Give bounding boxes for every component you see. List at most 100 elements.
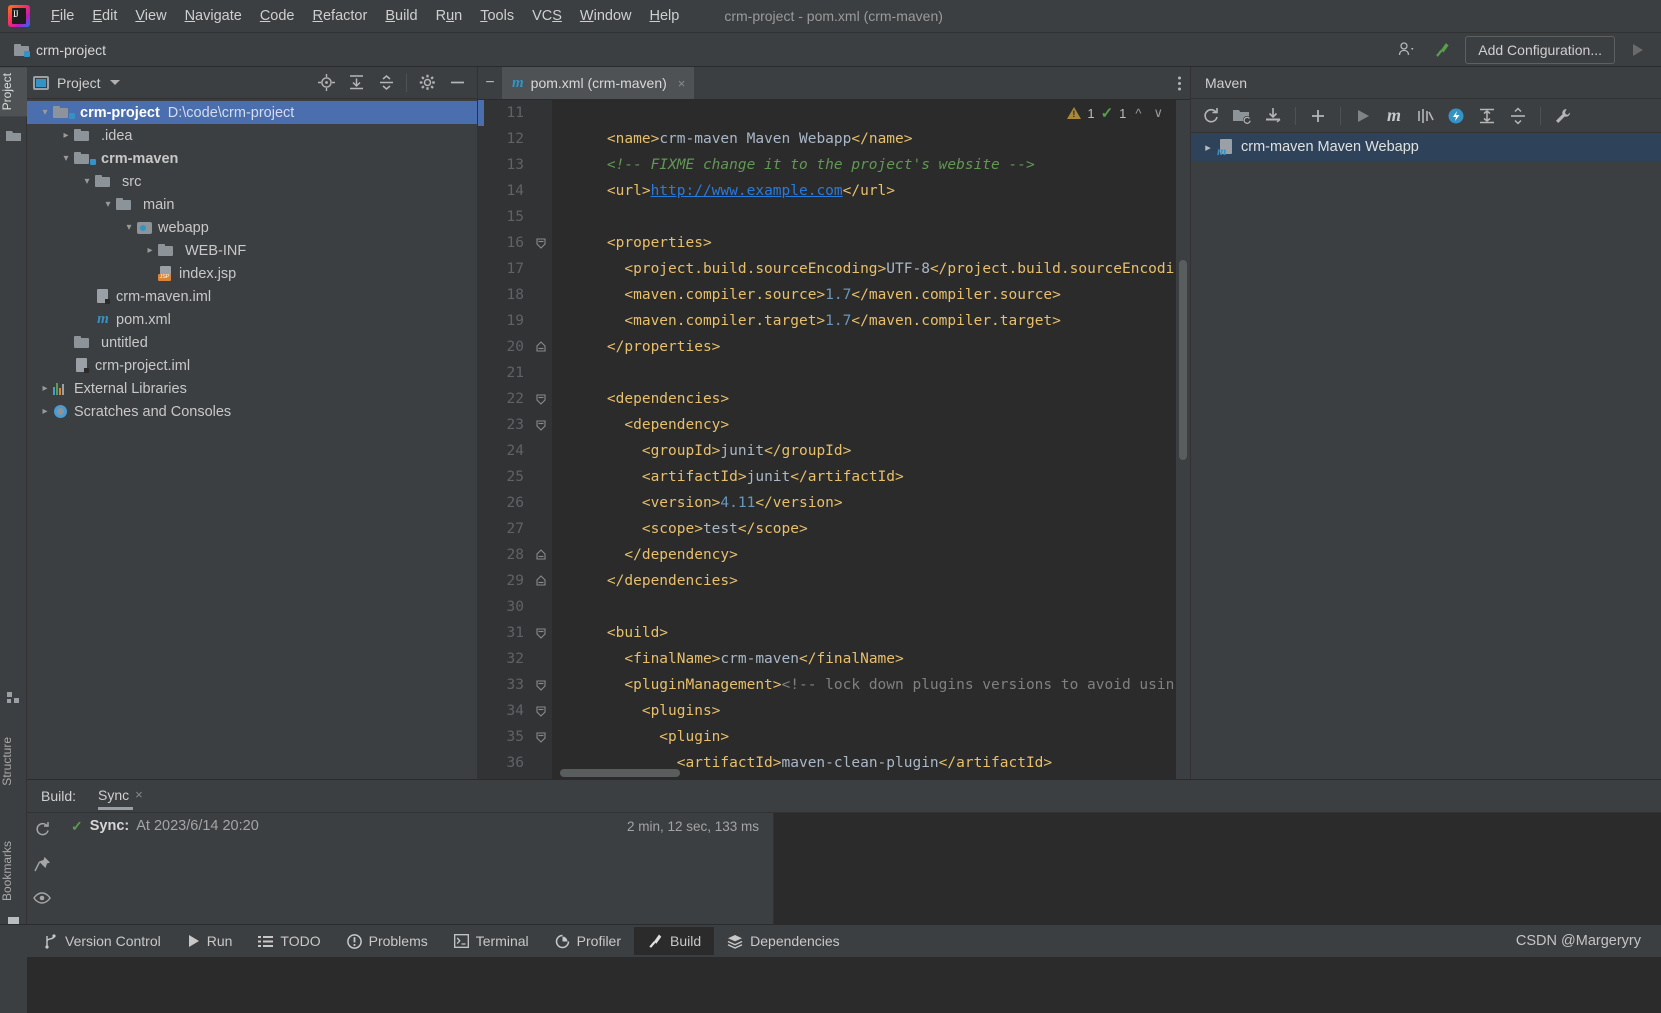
prev-highlight-icon[interactable]: ^ <box>1132 106 1144 121</box>
close-icon[interactable]: × <box>678 76 686 91</box>
status-button-build[interactable]: Build <box>634 927 715 955</box>
tree-item-pom-xml[interactable]: m pom.xml <box>27 308 477 331</box>
expand-all-icon[interactable] <box>342 70 370 96</box>
status-button-problems[interactable]: Problems <box>334 927 441 955</box>
fold-open-icon[interactable] <box>530 672 552 698</box>
menu-item-edit[interactable]: Edit <box>83 5 126 27</box>
status-button-terminal[interactable]: Terminal <box>441 927 542 955</box>
tab-sync[interactable]: Sync × <box>98 787 143 810</box>
user-settings-icon[interactable] <box>1393 38 1419 62</box>
menu-item-navigate[interactable]: Navigate <box>176 5 251 27</box>
menu-item-tools[interactable]: Tools <box>471 5 523 27</box>
tree-item-main[interactable]: ▾ main <box>27 193 477 216</box>
fold-open-icon[interactable] <box>530 412 552 438</box>
expand-all-icon[interactable] <box>1473 103 1501 129</box>
chevron-down-icon[interactable]: ▾ <box>58 153 74 164</box>
tree-item-crm-project-iml[interactable]: crm-project.iml <box>27 354 477 377</box>
tree-item-src[interactable]: ▾ src <box>27 170 477 193</box>
build-result-row[interactable]: ✓ Sync: At 2023/6/14 20:20 2 min, 12 sec, 1… <box>57 813 773 839</box>
status-button-profiler[interactable]: Profiler <box>542 927 634 955</box>
add-configuration-button[interactable]: Add Configuration... <box>1465 35 1615 64</box>
fold-open-icon[interactable] <box>530 386 552 412</box>
token-url[interactable]: http://www.example.com <box>651 183 843 199</box>
tab-pom-xml[interactable]: m pom.xml (crm-maven) × <box>502 67 695 99</box>
fold-close-icon[interactable] <box>530 568 552 594</box>
fold-open-icon[interactable] <box>530 698 552 724</box>
skip-tests-icon[interactable] <box>1411 103 1439 129</box>
code-editor[interactable]: 11 12 <name>crm-maven Maven Webapp</name>… <box>478 100 1190 779</box>
tree-item-crm-project[interactable]: ▾ crm-project D:\code\crm-project <box>27 101 477 124</box>
sidebar-item-structure[interactable]: Structure <box>0 731 27 792</box>
chevron-down-icon[interactable]: ▾ <box>37 107 53 118</box>
chevron-right-icon[interactable]: ▸ <box>37 383 53 394</box>
chevron-down-icon[interactable] <box>109 80 120 85</box>
tree-item-scratches-and-consoles[interactable]: ▸ Scratches and Consoles <box>27 400 477 423</box>
tree-item-crm-maven-iml[interactable]: crm-maven.iml <box>27 285 477 308</box>
run-icon[interactable] <box>1349 103 1377 129</box>
pin-icon[interactable] <box>33 856 51 877</box>
settings-wrench-icon[interactable] <box>1549 103 1577 129</box>
tree-item-crm-maven[interactable]: ▾ crm-maven <box>27 147 477 170</box>
next-highlight-icon[interactable]: ∨ <box>1150 105 1166 121</box>
menu-item-refactor[interactable]: Refactor <box>304 5 377 27</box>
menu-item-build[interactable]: Build <box>376 5 426 27</box>
chevron-down-icon[interactable]: ▾ <box>79 176 95 187</box>
ok-count: 1 <box>1119 105 1127 121</box>
maven-project-row[interactable]: ▸ m crm-maven Maven Webapp <box>1191 133 1661 161</box>
status-button-run[interactable]: Run <box>174 927 246 955</box>
tree-item-untitled[interactable]: untitled <box>27 331 477 354</box>
menu-item-window[interactable]: Window <box>571 5 641 27</box>
editor-vertical-scrollbar[interactable] <box>1179 260 1187 460</box>
tree-item--idea[interactable]: ▸ .idea <box>27 124 477 147</box>
status-button-dependencies[interactable]: Dependencies <box>714 927 853 955</box>
tree-item-external-libraries[interactable]: ▸ External Libraries <box>27 377 477 400</box>
status-button-label: Profiler <box>576 933 622 949</box>
add-managed-files-icon[interactable] <box>1228 103 1256 129</box>
download-sources-icon[interactable] <box>1259 103 1287 129</box>
execute-goal-icon[interactable] <box>1442 103 1470 129</box>
chevron-right-icon[interactable]: ▸ <box>37 406 53 417</box>
chevron-right-icon[interactable]: ▸ <box>58 130 74 141</box>
fold-close-icon[interactable] <box>530 542 552 568</box>
plus-icon[interactable] <box>1304 103 1332 129</box>
fold-open-icon[interactable] <box>530 724 552 750</box>
gear-icon[interactable] <box>413 70 441 96</box>
status-button-todo[interactable]: TODO <box>245 927 333 955</box>
chevron-right-icon[interactable]: ▸ <box>1199 141 1217 154</box>
tree-item-index-jsp[interactable]: JSP index.jsp <box>27 262 477 285</box>
hammer-build-icon[interactable] <box>1429 38 1455 62</box>
hide-minus-icon[interactable] <box>443 70 471 96</box>
editor-horizontal-scrollbar[interactable] <box>560 769 680 777</box>
run-triangle-icon[interactable] <box>1625 38 1651 62</box>
close-icon[interactable]: × <box>135 787 143 802</box>
locate-target-icon[interactable] <box>312 70 340 96</box>
status-button-version-control[interactable]: Version Control <box>30 927 174 955</box>
editor-options-icon[interactable] <box>1177 67 1190 99</box>
tree-item-webapp[interactable]: ▾ webapp <box>27 216 477 239</box>
rerun-icon[interactable] <box>34 821 51 842</box>
tree-item-web-inf[interactable]: ▸ WEB-INF <box>27 239 477 262</box>
menu-item-vcs[interactable]: VCS <box>523 5 571 27</box>
fold-close-icon[interactable] <box>530 334 552 360</box>
chevron-right-icon[interactable]: ▸ <box>142 245 158 256</box>
reload-icon[interactable] <box>1197 103 1225 129</box>
fold-placeholder <box>530 438 552 464</box>
chevron-down-icon[interactable]: ▾ <box>121 222 137 233</box>
breadcrumb-crm-project[interactable]: crm-project <box>14 42 106 58</box>
collapse-all-icon[interactable] <box>372 70 400 96</box>
menu-item-help[interactable]: Help <box>640 5 688 27</box>
menu-item-code[interactable]: Code <box>251 5 304 27</box>
fold-open-icon[interactable] <box>530 620 552 646</box>
chevron-down-icon[interactable]: ▾ <box>100 199 116 210</box>
fold-open-icon[interactable] <box>530 230 552 256</box>
hide-minus-icon[interactable]: − <box>478 67 502 99</box>
collapse-all-icon[interactable] <box>1504 103 1532 129</box>
sidebar-item-project[interactable]: Project <box>0 67 27 117</box>
maven-m-icon[interactable]: m <box>1380 103 1408 129</box>
inspection-widget[interactable]: 1 ✓ 1 ^ ∨ <box>1067 104 1166 122</box>
menu-item-file[interactable]: File <box>42 5 83 27</box>
menu-item-view[interactable]: View <box>126 5 175 27</box>
menu-item-run[interactable]: Run <box>427 5 472 27</box>
sidebar-item-bookmarks[interactable]: Bookmarks <box>0 835 27 907</box>
eye-icon[interactable] <box>33 891 51 909</box>
